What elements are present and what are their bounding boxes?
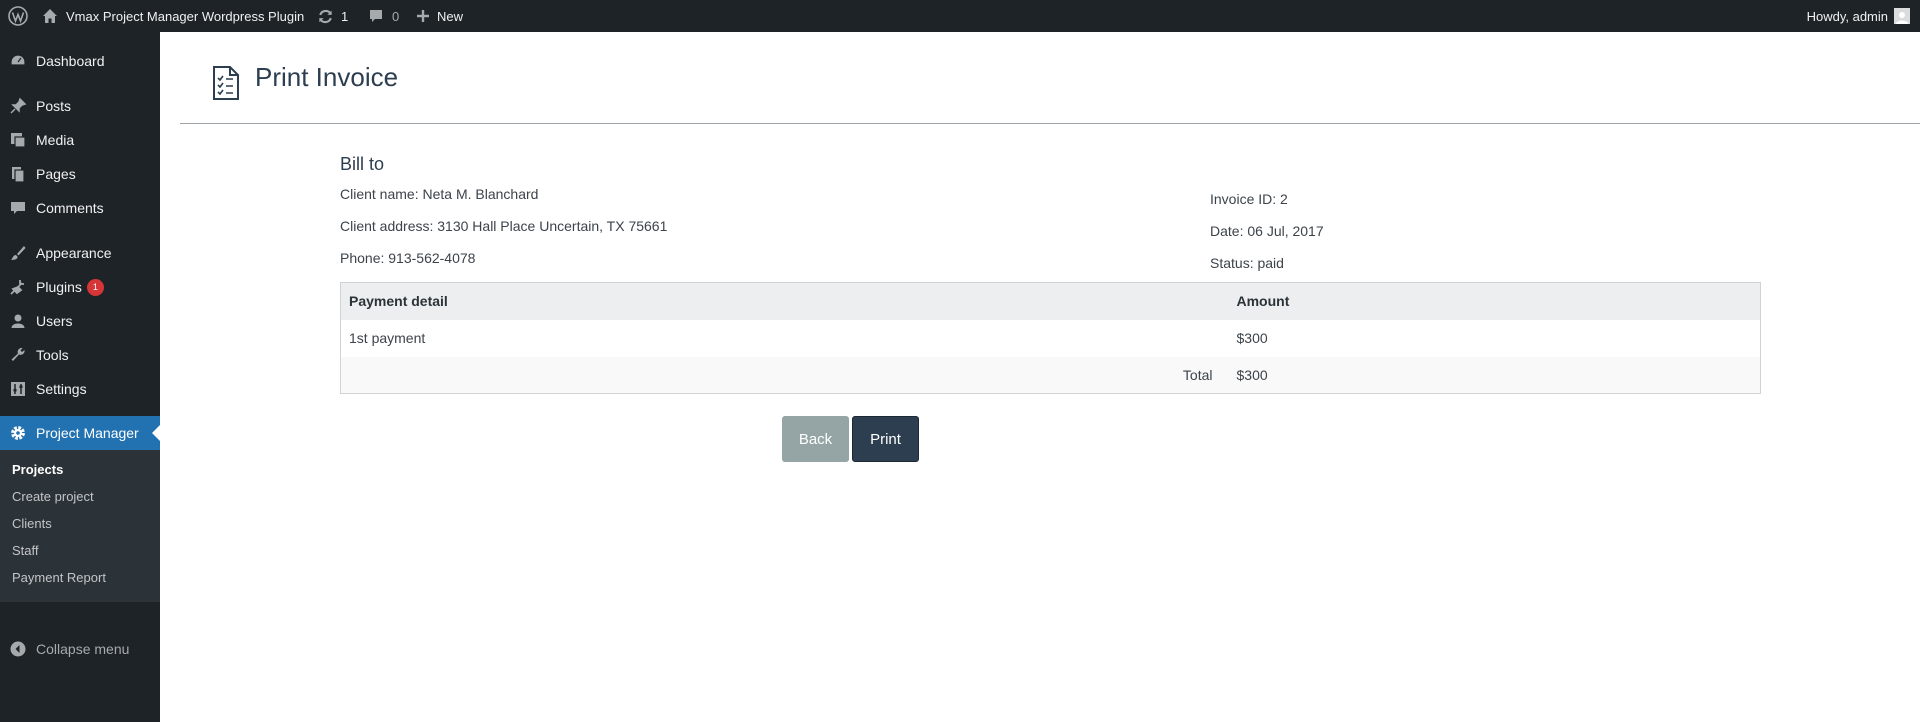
current-menu-arrow bbox=[152, 425, 160, 441]
site-name: Vmax Project Manager Wordpress Plugin bbox=[66, 8, 305, 24]
invoice-date: Date: 06 Jul, 2017 bbox=[1210, 223, 1324, 239]
sidebar-item-label: Posts bbox=[36, 98, 72, 114]
client-phone: Phone: 913-562-4078 bbox=[340, 250, 476, 266]
wrench-icon bbox=[0, 346, 36, 364]
invoice-id: Invoice ID: 2 bbox=[1210, 191, 1288, 207]
submenu-item-payment-report[interactable]: Payment Report bbox=[12, 570, 106, 585]
account-menu[interactable]: Howdy, admin bbox=[1807, 0, 1910, 32]
sidebar-item-label: Settings bbox=[36, 381, 87, 397]
plus-icon bbox=[416, 9, 430, 23]
print-button[interactable]: Print bbox=[852, 416, 919, 462]
table-header-row: Payment detail Amount bbox=[340, 282, 1761, 320]
back-button[interactable]: Back bbox=[782, 416, 849, 462]
sidebar-item-posts[interactable]: Posts bbox=[0, 89, 160, 123]
sidebar-item-label: Media bbox=[36, 132, 75, 148]
sidebar-item-appearance[interactable]: Appearance bbox=[0, 236, 160, 270]
howdy-text: Howdy, admin bbox=[1806, 8, 1888, 24]
sidebar-item-pages[interactable]: Pages bbox=[0, 157, 160, 191]
main-content: Print Invoice Bill to Client name: Neta … bbox=[160, 32, 1920, 722]
submenu-item-projects[interactable]: Projects bbox=[12, 462, 63, 477]
project-manager-submenu: Projects Create project Clients Staff Pa… bbox=[0, 450, 160, 602]
avatar bbox=[1894, 8, 1910, 24]
sidebar-item-label: Plugins bbox=[36, 279, 82, 295]
dashboard-icon bbox=[0, 52, 36, 70]
brush-icon bbox=[0, 244, 36, 262]
comment-icon bbox=[0, 199, 36, 217]
payment-amount-cell: $300 bbox=[1236, 330, 1268, 346]
sidebar-item-settings[interactable]: Settings bbox=[0, 372, 160, 406]
new-label: New bbox=[437, 8, 464, 24]
comments-count: 0 bbox=[392, 8, 400, 24]
collapse-menu-label: Collapse menu bbox=[36, 641, 130, 657]
plugins-update-badge: 1 bbox=[86, 278, 104, 296]
refresh-icon bbox=[317, 8, 334, 25]
sidebar-item-users[interactable]: Users bbox=[0, 304, 160, 338]
pin-icon bbox=[0, 97, 36, 115]
settings-icon bbox=[0, 380, 36, 398]
bill-to-heading: Bill to bbox=[340, 154, 385, 174]
sidebar-item-label: Tools bbox=[36, 347, 69, 363]
collapse-menu-button[interactable]: Collapse menu bbox=[0, 632, 160, 666]
gear-icon bbox=[0, 424, 36, 442]
sidebar-item-tools[interactable]: Tools bbox=[0, 338, 160, 372]
client-name: Client name: Neta M. Blanchard bbox=[340, 186, 539, 202]
total-row: Total $300 bbox=[340, 356, 1761, 394]
admin-sidebar: Dashboard Posts Media Pages Comments App… bbox=[0, 32, 160, 722]
sidebar-item-label: Project Manager bbox=[36, 425, 139, 441]
submenu-item-create-project[interactable]: Create project bbox=[12, 489, 94, 504]
total-label: Total bbox=[340, 356, 1229, 394]
sidebar-item-media[interactable]: Media bbox=[0, 123, 160, 157]
page-header: Print Invoice bbox=[180, 32, 1920, 124]
sidebar-item-label: Appearance bbox=[36, 245, 112, 261]
site-name-link[interactable]: Vmax Project Manager Wordpress Plugin bbox=[42, 0, 304, 32]
sidebar-item-label: Comments bbox=[36, 200, 104, 216]
sidebar-item-project-manager[interactable]: Project Manager bbox=[0, 416, 160, 450]
home-icon bbox=[42, 8, 58, 24]
plugin-icon bbox=[0, 278, 36, 296]
user-icon bbox=[0, 312, 36, 330]
client-address: Client address: 3130 Hall Place Uncertai… bbox=[340, 218, 668, 234]
column-header-amount: Amount bbox=[1228, 282, 1761, 320]
sidebar-item-comments[interactable]: Comments bbox=[0, 191, 160, 225]
payment-table: Payment detail Amount 1st payment $300 T… bbox=[340, 282, 1761, 394]
payment-detail-cell: 1st payment bbox=[349, 330, 426, 346]
sidebar-item-label: Pages bbox=[36, 166, 76, 182]
invoice-status: Status: paid bbox=[1210, 255, 1284, 271]
sidebar-item-label: Dashboard bbox=[36, 53, 105, 69]
table-row: 1st payment $300 bbox=[341, 320, 1761, 357]
submenu-item-staff[interactable]: Staff bbox=[12, 543, 39, 558]
page-title: Print Invoice bbox=[255, 62, 399, 92]
admin-bar: Vmax Project Manager Wordpress Plugin 1 … bbox=[0, 0, 1920, 32]
collapse-arrow-icon bbox=[0, 640, 36, 658]
sidebar-item-label: Users bbox=[36, 313, 73, 329]
comments-link[interactable]: 0 bbox=[368, 0, 399, 32]
sidebar-item-dashboard[interactable]: Dashboard bbox=[0, 44, 160, 78]
new-content-link[interactable]: New bbox=[416, 0, 463, 32]
updates-count: 1 bbox=[341, 8, 349, 24]
invoice-checklist-icon bbox=[210, 66, 240, 105]
wordpress-logo-icon[interactable] bbox=[6, 0, 30, 32]
submenu-item-clients[interactable]: Clients bbox=[12, 516, 52, 531]
updates-link[interactable]: 1 bbox=[317, 0, 348, 32]
column-header-payment-detail: Payment detail bbox=[340, 282, 1229, 320]
sidebar-item-plugins[interactable]: Plugins 1 bbox=[0, 270, 160, 304]
media-icon bbox=[0, 131, 36, 149]
pages-icon bbox=[0, 165, 36, 183]
comment-bubble-icon bbox=[368, 8, 384, 24]
total-amount: $300 bbox=[1228, 356, 1761, 394]
